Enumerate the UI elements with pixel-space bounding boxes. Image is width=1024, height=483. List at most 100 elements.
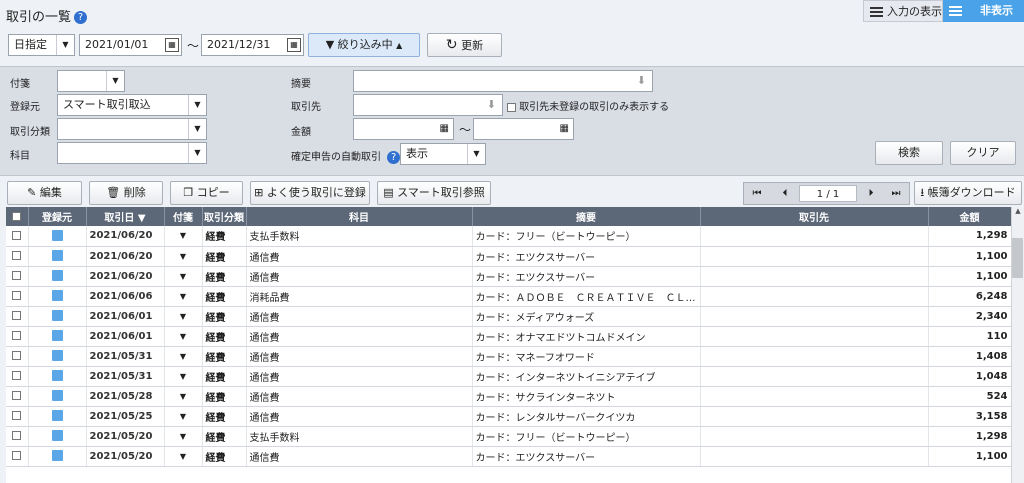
select-all-checkbox[interactable] bbox=[6, 207, 29, 226]
row-checkbox[interactable] bbox=[6, 386, 29, 407]
table-row[interactable]: 2021/06/06 ▼ 経費 消耗品費 カード：ＡＤＯＢＥ ＣＲＥＡＴＩＶＥ … bbox=[6, 286, 1011, 307]
column-header[interactable]: 取引日 ▼ bbox=[86, 207, 165, 226]
table-row[interactable]: 2021/06/20 ▼ 経費 支払手数料 カード：フリー（ビートウーピー） 1… bbox=[6, 226, 1011, 247]
date-cell: 2021/05/31 bbox=[86, 346, 165, 367]
partner-input[interactable]: ⬇ bbox=[353, 94, 503, 116]
arrow-down-icon: ⬇ bbox=[636, 74, 646, 87]
row-checkbox[interactable] bbox=[6, 366, 29, 387]
tag-dropdown-icon[interactable]: ▼ bbox=[164, 426, 203, 447]
hide-input-button[interactable]: 非表示 bbox=[943, 0, 1024, 22]
column-header[interactable]: 取引分類 bbox=[202, 207, 247, 226]
unregistered-only-checkbox[interactable]: 取引先未登録の取引のみ表示する bbox=[507, 98, 669, 113]
smart-reference-button[interactable]: ▤ スマート取引参照 bbox=[377, 181, 491, 205]
row-checkbox[interactable] bbox=[6, 226, 29, 247]
table-row[interactable]: 2021/05/31 ▼ 経費 通信費 カード：マネーフオワード 1,408 bbox=[6, 346, 1011, 367]
last-page-icon[interactable]: ⏭ bbox=[885, 185, 907, 202]
amount-cell: 1,100 bbox=[928, 266, 1011, 287]
tag-dropdown-icon[interactable]: ▼ bbox=[164, 406, 203, 427]
table-row[interactable]: 2021/05/25 ▼ 経費 通信費 カード：レンタルサーバークイツカ 3,1… bbox=[6, 406, 1011, 427]
show-input-button[interactable]: 入力の表示 bbox=[863, 0, 943, 22]
summary-cell: カード：オナマエドツトコムドメイン bbox=[472, 326, 701, 347]
next-page-icon[interactable]: ⏵ bbox=[860, 185, 882, 202]
calendar-icon[interactable]: ▦ bbox=[165, 38, 179, 52]
account-cell: 通信費 bbox=[246, 306, 473, 327]
date-cell: 2021/06/06 bbox=[86, 286, 165, 307]
registration-source-icon bbox=[28, 366, 87, 387]
calculator-icon[interactable]: ▦ bbox=[440, 119, 449, 139]
tag-select[interactable]: ▼ bbox=[57, 70, 125, 92]
amount-to-input[interactable]: ▦ bbox=[473, 118, 574, 140]
tag-dropdown-icon[interactable]: ▼ bbox=[164, 286, 203, 307]
help-icon[interactable]: ? bbox=[387, 150, 401, 164]
column-header[interactable]: 金額 bbox=[928, 207, 1011, 226]
date-to-input[interactable]: 2021/12/31 ▦ bbox=[201, 34, 304, 56]
row-checkbox[interactable] bbox=[6, 246, 29, 267]
tag-dropdown-icon[interactable]: ▼ bbox=[164, 306, 203, 327]
delete-button[interactable]: 🗑 削除 bbox=[89, 181, 163, 205]
copy-button[interactable]: ❐ コピー bbox=[170, 181, 243, 205]
clear-button[interactable]: クリア bbox=[950, 141, 1016, 165]
help-icon[interactable]: ? bbox=[74, 11, 88, 24]
account-label: 科目 bbox=[10, 151, 30, 162]
table-row[interactable]: 2021/06/01 ▼ 経費 通信費 カード：オナマエドツトコムドメイン 11… bbox=[6, 326, 1011, 347]
row-checkbox[interactable] bbox=[6, 426, 29, 447]
row-checkbox[interactable] bbox=[6, 306, 29, 327]
edit-button[interactable]: ✎ 編集 bbox=[7, 181, 82, 205]
row-checkbox[interactable] bbox=[6, 406, 29, 427]
scrollbar-thumb[interactable] bbox=[1012, 238, 1023, 278]
tag-dropdown-icon[interactable]: ▼ bbox=[164, 346, 203, 367]
tag-dropdown-icon[interactable]: ▼ bbox=[164, 386, 203, 407]
period-type-select[interactable]: 日指定 ▼ bbox=[8, 34, 75, 56]
type-cell: 経費 bbox=[202, 366, 247, 387]
tag-dropdown-icon[interactable]: ▼ bbox=[164, 326, 203, 347]
row-checkbox[interactable] bbox=[6, 346, 29, 367]
favorite-register-button[interactable]: ⊞ よく使う取引に登録 bbox=[250, 181, 370, 205]
tag-dropdown-icon[interactable]: ▼ bbox=[164, 446, 203, 467]
tag-label: 付箋 bbox=[10, 79, 30, 90]
date-from-input[interactable]: 2021/01/01 ▦ bbox=[79, 34, 182, 56]
table-row[interactable]: 2021/05/28 ▼ 経費 通信費 カード：サクラインターネツト 524 bbox=[6, 386, 1011, 407]
table-row[interactable]: 2021/06/20 ▼ 経費 通信費 カード：エツクスサーバー 1,100 bbox=[6, 246, 1011, 267]
download-ledger-button[interactable]: ⭳ 帳簿ダウンロード bbox=[914, 181, 1022, 205]
search-button[interactable]: 検索 bbox=[875, 141, 943, 165]
column-header[interactable]: 科目 bbox=[246, 207, 473, 226]
column-header[interactable]: 摘要 bbox=[472, 207, 701, 226]
auto-transaction-select[interactable]: 表示 ▼ bbox=[400, 143, 486, 165]
summary-input[interactable]: ⬇ bbox=[353, 70, 653, 92]
column-header[interactable]: 登録元 bbox=[28, 207, 87, 226]
account-select[interactable]: ▼ bbox=[57, 142, 207, 164]
filter-icon: ▼ bbox=[325, 38, 335, 51]
prev-page-icon[interactable]: ⏴ bbox=[774, 185, 796, 202]
calculator-icon[interactable]: ▦ bbox=[560, 119, 569, 139]
table-row[interactable]: 2021/05/31 ▼ 経費 通信費 カード：インターネツトイニシアテイブ 1… bbox=[6, 366, 1011, 387]
amount-from-input[interactable]: ▦ bbox=[353, 118, 454, 140]
first-page-icon[interactable]: ⏮ bbox=[746, 185, 768, 202]
source-select[interactable]: スマート取引取込 ▼ bbox=[57, 94, 207, 116]
tag-dropdown-icon[interactable]: ▼ bbox=[164, 226, 203, 247]
filter-toggle-button[interactable]: ▼ 絞り込み中 ▲ bbox=[308, 33, 420, 57]
table-row[interactable]: 2021/06/20 ▼ 経費 通信費 カード：エツクスサーバー 1,100 bbox=[6, 266, 1011, 287]
column-header[interactable]: 付箋 bbox=[164, 207, 203, 226]
summary-cell: カード：エツクスサーバー bbox=[472, 246, 701, 267]
amount-cell: 1,408 bbox=[928, 346, 1011, 367]
tag-dropdown-icon[interactable]: ▼ bbox=[164, 366, 203, 387]
table-row[interactable]: 2021/06/01 ▼ 経費 通信費 カード：メディアウォーズ 2,340 bbox=[6, 306, 1011, 327]
row-checkbox[interactable] bbox=[6, 286, 29, 307]
calendar-icon[interactable]: ▦ bbox=[287, 38, 301, 52]
tag-dropdown-icon[interactable]: ▼ bbox=[164, 266, 203, 287]
checkbox[interactable] bbox=[507, 102, 516, 112]
summary-cell: カード：エツクスサーバー bbox=[472, 266, 701, 287]
table-row[interactable]: 2021/05/20 ▼ 経費 支払手数料 カード：フリー（ビートウーピー） 1… bbox=[6, 426, 1011, 447]
type-select[interactable]: ▼ bbox=[57, 118, 207, 140]
column-header[interactable]: 取引先 bbox=[700, 207, 929, 226]
row-checkbox[interactable] bbox=[6, 266, 29, 287]
row-checkbox[interactable] bbox=[6, 326, 29, 347]
account-cell: 通信費 bbox=[246, 326, 473, 347]
table-row[interactable]: 2021/05/20 ▼ 経費 通信費 カード：エツクスサーバー 1,100 bbox=[6, 446, 1011, 467]
row-checkbox[interactable] bbox=[6, 446, 29, 467]
table-header: 登録元 取引日 ▼ 付箋 取引分類 科目 摘要 取引先 金額 bbox=[6, 207, 1011, 226]
partner-cell bbox=[700, 286, 929, 307]
chevron-down-icon: ▼ bbox=[56, 35, 74, 55]
tag-dropdown-icon[interactable]: ▼ bbox=[164, 246, 203, 267]
refresh-button[interactable]: ↻ 更新 bbox=[427, 33, 502, 57]
